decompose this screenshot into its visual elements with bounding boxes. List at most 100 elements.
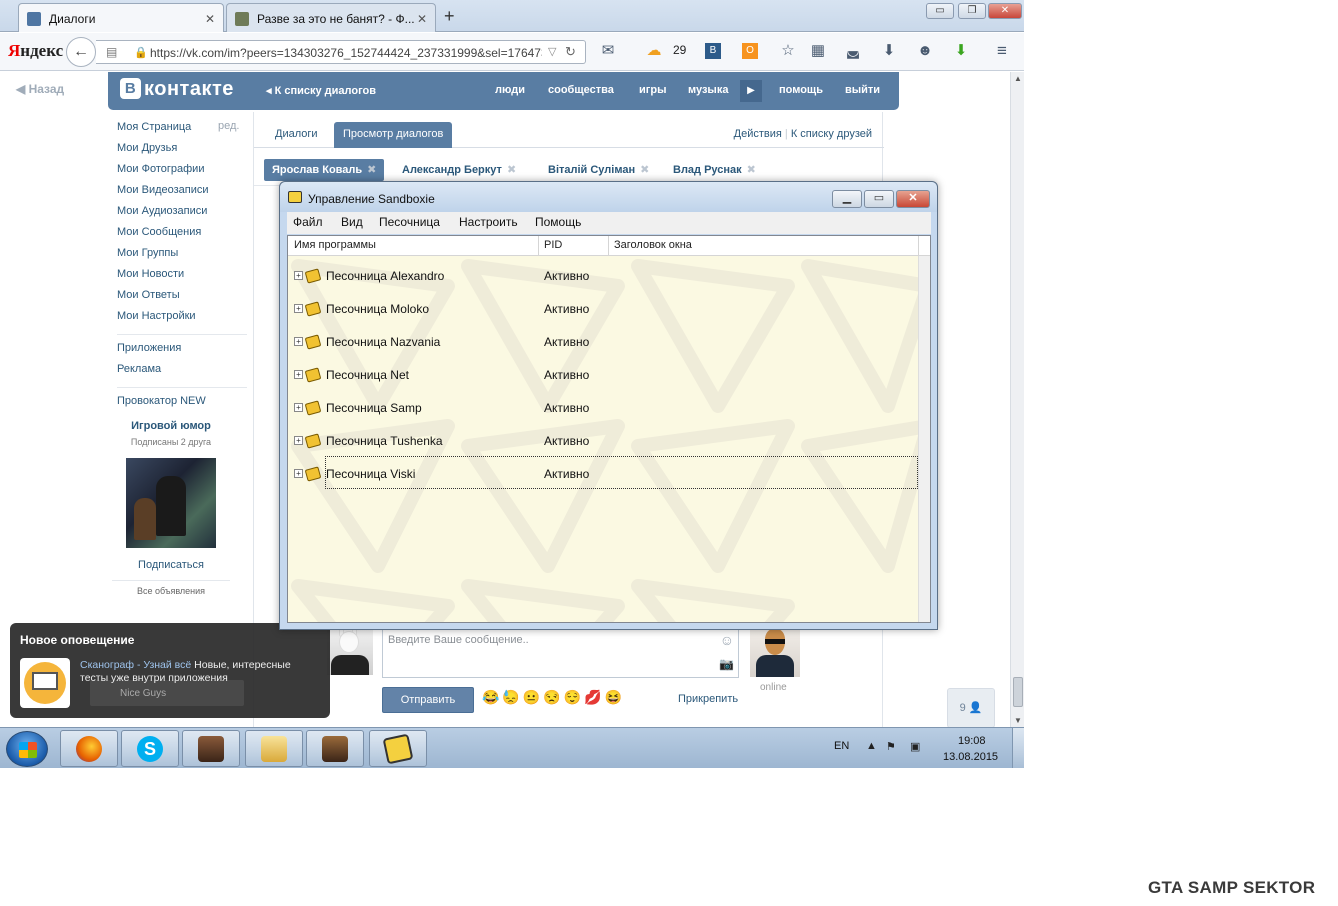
promo-title[interactable]: Игровой юмор	[112, 420, 230, 432]
scroll-down-icon[interactable]: ▼	[1014, 716, 1022, 725]
sandboxie-minimize-button[interactable]: ▁	[832, 190, 862, 208]
menu-file[interactable]: Файл	[293, 215, 323, 229]
url-text[interactable]: https://vk.com/im?peers=134303276_152744…	[150, 46, 542, 60]
pocket-icon[interactable]: ◛	[843, 41, 863, 61]
tray-expand-icon[interactable]: ▲	[866, 740, 877, 752]
sandbox-row[interactable]: + Песочница Alexandro Активно	[288, 266, 918, 286]
actions-link[interactable]: Действия	[734, 128, 782, 140]
sandbox-row[interactable]: + Песочница Nazvania Активно	[288, 332, 918, 352]
menu-my-page[interactable]: Моя Страница	[117, 120, 247, 141]
taskbar-explorer[interactable]	[245, 730, 303, 767]
music-play-icon[interactable]: ▶	[740, 80, 762, 102]
menu-icon[interactable]: ≡	[992, 41, 1012, 61]
sandboxie-close-button[interactable]: ✕	[896, 190, 930, 208]
start-button[interactable]	[6, 731, 48, 767]
page-scrollbar[interactable]: ▲ ▼	[1010, 72, 1024, 727]
menu-help[interactable]: Помощь	[535, 215, 581, 229]
menu-my-videos[interactable]: Мои Видеозаписи	[117, 183, 247, 204]
reading-list-icon[interactable]: ▦	[808, 41, 828, 61]
nav-logout[interactable]: выйти	[845, 84, 880, 96]
back-button[interactable]: ←	[66, 37, 96, 67]
expand-icon[interactable]: +	[294, 271, 303, 280]
all-ads-link[interactable]: Все объявления	[112, 586, 230, 596]
peer-tab[interactable]: Віталій Суліман ✖	[540, 159, 657, 181]
tab-dialogs[interactable]: Диалоги ✕	[18, 3, 224, 32]
tray-date[interactable]: 13.08.2015	[943, 751, 998, 763]
action-center-flag-icon[interactable]: ⚑	[886, 740, 896, 753]
taskbar-firefox[interactable]	[60, 730, 118, 767]
sandbox-row[interactable]: + Песочница Net Активно	[288, 365, 918, 385]
tab-dialogs-list[interactable]: Диалоги	[266, 122, 327, 148]
lock-icon[interactable]: 🔒	[134, 46, 148, 59]
mail-icon[interactable]: ✉	[598, 41, 618, 61]
expand-icon[interactable]: +	[294, 469, 303, 478]
camera-icon[interactable]: 📷	[719, 657, 734, 671]
chat-icon[interactable]: ☻	[915, 41, 935, 61]
column-separator[interactable]	[608, 236, 609, 256]
menu-my-news[interactable]: Мои Новости	[117, 267, 247, 288]
sandboxie-maximize-button[interactable]: ▭	[864, 190, 894, 208]
menu-view[interactable]: Вид	[341, 215, 363, 229]
smile-icon[interactable]: ☺	[720, 632, 734, 648]
menu-my-friends[interactable]: Мои Друзья	[117, 141, 247, 162]
promo-subscribe-link[interactable]: Подписаться	[112, 559, 230, 571]
notification-app-link[interactable]: Сканограф - Узнай всё	[80, 659, 191, 671]
close-icon[interactable]: ✖	[367, 164, 376, 176]
close-tab-icon[interactable]: ✕	[417, 12, 427, 26]
notification-text[interactable]: Сканограф - Узнай всё Новые, интересные …	[80, 659, 320, 685]
tab-view-dialogs[interactable]: Просмотр диалогов	[334, 122, 453, 148]
vk-logo[interactable]: Вконтакте	[120, 78, 234, 101]
friends-online-counter[interactable]: 9 👤	[947, 688, 995, 727]
sandbox-row[interactable]: + Песочница Moloko Активно	[288, 299, 918, 319]
history-dropdown-icon[interactable]: ▽	[548, 45, 556, 58]
tray-language[interactable]: EN	[834, 740, 849, 752]
network-icon[interactable]: ▣	[910, 740, 920, 753]
vk-bookmark-icon[interactable]: В	[705, 43, 721, 59]
download-icon[interactable]: ⬇	[879, 41, 899, 61]
peer-tab[interactable]: Влад Руснак ✖	[665, 159, 764, 181]
url-bar[interactable]: ▤ 🔒 https://vk.com/im?peers=134303276_15…	[96, 40, 586, 64]
taskbar-skype[interactable]: S	[121, 730, 179, 767]
window-close-button[interactable]: ✕	[988, 3, 1022, 19]
nav-games[interactable]: игры	[639, 84, 666, 96]
emoji-quick-bar[interactable]: 😂😓😐😒😌💋😆	[482, 689, 625, 706]
column-pid[interactable]: PID	[544, 239, 562, 251]
tab-forum[interactable]: Разве за это не банят? - Ф... ✕	[226, 3, 436, 32]
nav-people[interactable]: люди	[495, 84, 525, 96]
nav-communities[interactable]: сообщества	[548, 84, 614, 96]
close-tab-icon[interactable]: ✕	[205, 12, 215, 26]
column-separator[interactable]	[918, 236, 919, 256]
presentation-app-icon[interactable]	[20, 658, 70, 708]
sandbox-list-scrollbar[interactable]	[918, 256, 930, 622]
reload-icon[interactable]: ↻	[565, 44, 576, 60]
reader-view-icon[interactable]: ▤	[106, 45, 117, 59]
yandex-logo[interactable]: Яндекс	[8, 41, 63, 61]
promo-image[interactable]	[126, 458, 216, 548]
column-program-name[interactable]: Имя программы	[294, 239, 376, 251]
peer-tab[interactable]: Ярослав Коваль ✖	[264, 159, 385, 181]
ok-icon[interactable]: О	[742, 43, 758, 59]
peer-tab[interactable]: Александр Беркут ✖	[394, 159, 524, 181]
nav-music[interactable]: музыка	[688, 84, 728, 96]
attach-link[interactable]: Прикрепить	[678, 693, 738, 705]
sandbox-row[interactable]: + Песочница Tushenka Активно	[288, 431, 918, 451]
taskbar-gta[interactable]	[182, 730, 240, 767]
to-dialog-list-link[interactable]: ◂ К списку диалогов	[266, 84, 376, 97]
menu-my-messages[interactable]: Мои Сообщения	[117, 225, 247, 246]
partner-avatar[interactable]	[750, 627, 800, 677]
message-input[interactable]: Введите Ваше сообщение.. ☺ 📷	[382, 626, 739, 678]
menu-my-audios[interactable]: Мои Аудиозаписи	[117, 204, 247, 225]
expand-icon[interactable]: +	[294, 337, 303, 346]
scrollbar-thumb[interactable]	[1013, 677, 1023, 707]
menu-provocateur[interactable]: Провокатор NEW	[117, 394, 247, 415]
vk-back-link[interactable]: ◀ Назад	[16, 82, 64, 96]
tray-time[interactable]: 19:08	[958, 735, 986, 747]
expand-icon[interactable]: +	[294, 304, 303, 313]
star-icon[interactable]: ☆	[778, 41, 798, 61]
close-icon[interactable]: ✖	[747, 164, 756, 176]
green-download-icon[interactable]: ⬇	[951, 41, 971, 61]
close-icon[interactable]: ✖	[507, 164, 516, 176]
weather-icon[interactable]: ☁	[644, 41, 664, 61]
menu-ads[interactable]: Реклама	[117, 362, 247, 383]
new-tab-button[interactable]: +	[444, 6, 455, 27]
